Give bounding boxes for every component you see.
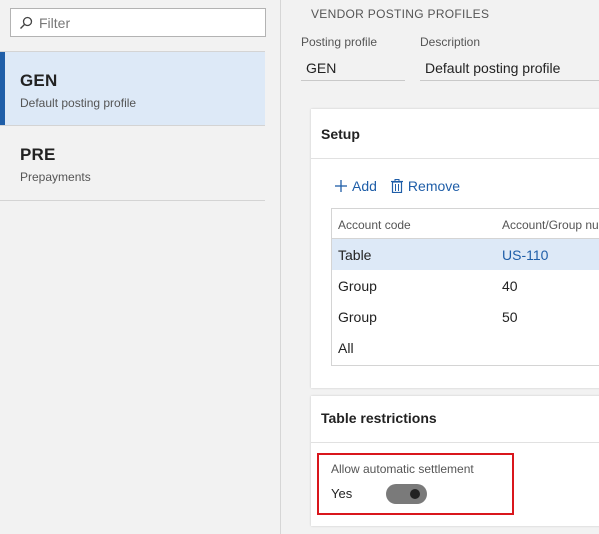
table-restrictions-header[interactable]: Table restrictions <box>311 396 599 443</box>
plus-icon <box>335 180 347 192</box>
account-code-cell: Table <box>338 247 372 263</box>
profile-list: GEN Default posting profile PRE Prepayme… <box>0 51 265 201</box>
column-header-account-group[interactable]: Account/Group nu <box>496 209 599 238</box>
setup-card: Setup Add Remove Account code Account/Gr… <box>311 109 599 388</box>
account-group-cell[interactable]: US-110 <box>496 239 599 270</box>
table-row[interactable]: All <box>332 332 599 363</box>
search-icon <box>19 16 33 30</box>
filter-box[interactable] <box>10 8 266 37</box>
auto-settlement-toggle[interactable] <box>386 484 427 504</box>
auto-settlement-value: Yes <box>331 486 353 501</box>
profile-item-pre[interactable]: PRE Prepayments <box>0 126 265 201</box>
description-field[interactable]: Default posting profile <box>420 53 599 81</box>
profile-code: PRE <box>20 145 56 164</box>
setup-toolbar: Add Remove <box>335 178 474 194</box>
add-button[interactable]: Add <box>335 178 377 194</box>
profile-description: Default posting profile <box>20 96 137 110</box>
remove-button[interactable]: Remove <box>390 178 461 194</box>
detail-pane: VENDOR POSTING PROFILES Posting profile … <box>282 0 599 534</box>
profile-list-pane: GEN Default posting profile PRE Prepayme… <box>0 0 281 534</box>
trash-icon <box>390 179 403 193</box>
profile-code: GEN <box>20 71 58 90</box>
account-code-cell: All <box>338 340 354 356</box>
table-row[interactable]: Table US-110 <box>332 239 599 270</box>
posting-profile-field[interactable]: GEN <box>301 53 405 81</box>
auto-settlement-highlight: Allow automatic settlement Yes <box>317 453 514 515</box>
remove-label: Remove <box>407 178 461 194</box>
account-group-cell: 40 <box>502 278 518 294</box>
profile-item-gen[interactable]: GEN Default posting profile <box>0 51 265 126</box>
table-row[interactable]: Group 40 <box>332 270 599 301</box>
grid-header: Account code Account/Group nu <box>332 209 599 239</box>
description-label: Description <box>420 35 481 49</box>
auto-settlement-label: Allow automatic settlement <box>331 462 474 476</box>
account-code-cell: Group <box>338 309 377 325</box>
posting-profile-label: Posting profile <box>301 35 378 49</box>
add-label: Add <box>352 178 377 194</box>
setup-grid: Account code Account/Group nu Table US-1… <box>331 208 599 366</box>
account-code-cell: Group <box>338 278 377 294</box>
column-header-account-code[interactable]: Account code <box>332 209 496 238</box>
table-row[interactable]: Group 50 <box>332 301 599 332</box>
toggle-knob <box>410 489 420 499</box>
filter-input[interactable] <box>39 14 239 31</box>
account-group-cell: 50 <box>502 309 518 325</box>
setup-header[interactable]: Setup <box>311 109 599 159</box>
account-group-cell <box>496 332 599 363</box>
profile-description: Prepayments <box>20 170 91 184</box>
page-title: VENDOR POSTING PROFILES <box>311 7 490 21</box>
